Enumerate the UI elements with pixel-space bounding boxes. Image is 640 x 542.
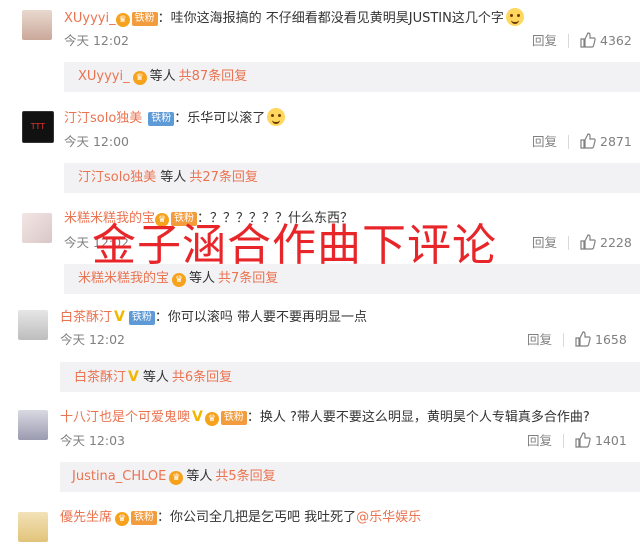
sub-mid: 等人 — [186, 469, 213, 484]
smile-emoji-icon — [505, 8, 524, 26]
vip-crown-icon: ♛ — [169, 471, 184, 485]
sub-replies[interactable]: 白茶酥汀 V 等人 共6条回复 — [60, 362, 640, 392]
avatar[interactable] — [18, 310, 48, 340]
fan-badge[interactable]: 铁粉 — [220, 411, 247, 425]
fan-badge[interactable]: 铁粉 — [131, 12, 158, 26]
mention-link[interactable]: @乐华娱乐 — [356, 510, 421, 525]
sub-username[interactable]: 白茶酥汀 — [74, 370, 126, 385]
sub-reply-count[interactable]: 共6条回复 — [172, 370, 232, 385]
reply-button[interactable]: 回复 — [532, 33, 557, 49]
username[interactable]: XUyyyi_ — [64, 11, 116, 26]
timestamp: 今天 12:03 — [60, 433, 125, 448]
sub-mid: 等人 — [149, 69, 176, 84]
fan-badge[interactable]: 铁粉 — [148, 112, 175, 126]
sub-replies[interactable]: XUyyyi_ ♛ 等人 共87条回复 — [64, 62, 640, 92]
sub-mid: 等人 — [160, 170, 187, 185]
like-count: 1658 — [595, 332, 627, 347]
vip-crown-icon: ♛ — [115, 512, 130, 526]
like-button[interactable]: 4362 — [580, 32, 632, 49]
like-count: 2871 — [600, 134, 632, 149]
reply-button[interactable]: 回复 — [532, 134, 557, 150]
fan-badge[interactable]: 铁粉 — [128, 311, 155, 325]
divider — [568, 236, 569, 250]
sub-username[interactable]: XUyyyi_ — [78, 69, 130, 84]
username[interactable]: 優先坐席 — [60, 510, 112, 525]
like-button[interactable]: 2228 — [580, 234, 632, 251]
divider — [563, 333, 564, 347]
thumbs-up-icon — [580, 32, 596, 48]
fan-badge[interactable]: 铁粉 — [131, 511, 158, 525]
sub-replies[interactable]: Justina_CHLOE ♛ 等人 共5条回复 — [60, 462, 640, 492]
timestamp: 今天 12:00 — [64, 134, 129, 149]
reply-button[interactable]: 回复 — [532, 235, 557, 251]
username[interactable]: 白茶酥汀 — [60, 310, 112, 325]
like-count: 1401 — [595, 433, 627, 448]
thumbs-up-icon — [580, 133, 596, 149]
username[interactable]: 汀汀solo独美 — [64, 111, 142, 126]
like-button[interactable]: 1401 — [575, 432, 627, 449]
avatar[interactable] — [22, 213, 52, 243]
like-count: 2228 — [600, 235, 632, 250]
verified-v-icon: V — [128, 369, 139, 385]
comment-text: ：乐华可以滚了 — [174, 111, 266, 126]
verified-v-icon: V — [192, 409, 203, 425]
avatar[interactable] — [22, 10, 52, 40]
timestamp: 今天 12:02 — [64, 33, 129, 48]
vip-crown-icon: ♛ — [172, 273, 187, 287]
comment-text: ：换人 ?带人要不要这么明显，黄明昊个人专辑真多合作曲? — [246, 410, 590, 425]
username[interactable]: 十八汀也是个可爱鬼噢 — [60, 410, 190, 425]
divider — [568, 34, 569, 48]
comment-text: ：你公司全几把是乞丐吧 我吐死了 — [157, 510, 357, 525]
like-button[interactable]: 2871 — [580, 133, 632, 150]
like-count: 4362 — [600, 33, 632, 48]
reply-button[interactable]: 回复 — [527, 332, 552, 348]
divider — [568, 135, 569, 149]
vip-crown-icon: ♛ — [204, 412, 219, 426]
sub-reply-count[interactable]: 共5条回复 — [215, 469, 275, 484]
sub-reply-count[interactable]: 共27条回复 — [189, 170, 258, 185]
vip-crown-icon: ♛ — [115, 13, 130, 27]
overlay-caption: 金子涵合作曲下评论 — [92, 220, 497, 271]
sub-replies[interactable]: 汀汀solo独美 等人 共27条回复 — [64, 163, 640, 193]
reply-button[interactable]: 回复 — [527, 433, 552, 449]
avatar[interactable] — [18, 410, 48, 440]
avatar[interactable]: TTT — [22, 111, 54, 143]
timestamp: 今天 12:02 — [60, 332, 125, 347]
comment-text: ：你可以滚吗 带人要不要再明显一点 — [154, 310, 367, 325]
verified-v-icon: V — [114, 309, 125, 325]
smile-emoji-icon — [267, 108, 286, 126]
like-button[interactable]: 1658 — [575, 331, 627, 348]
thumbs-up-icon — [575, 331, 591, 347]
comment-text: ：哇你这海报搞的 不仔细看都没看见黄明昊JUSTIN这几个字 — [157, 11, 504, 26]
thumbs-up-icon — [580, 234, 596, 250]
sub-reply-count[interactable]: 共87条回复 — [179, 69, 248, 84]
thumbs-up-icon — [575, 432, 591, 448]
sub-username[interactable]: 汀汀solo独美 — [78, 170, 156, 185]
sub-username[interactable]: Justina_CHLOE — [72, 469, 166, 484]
divider — [563, 434, 564, 448]
vip-crown-icon: ♛ — [132, 71, 147, 85]
sub-mid: 等人 — [142, 370, 169, 385]
avatar[interactable] — [18, 512, 48, 542]
